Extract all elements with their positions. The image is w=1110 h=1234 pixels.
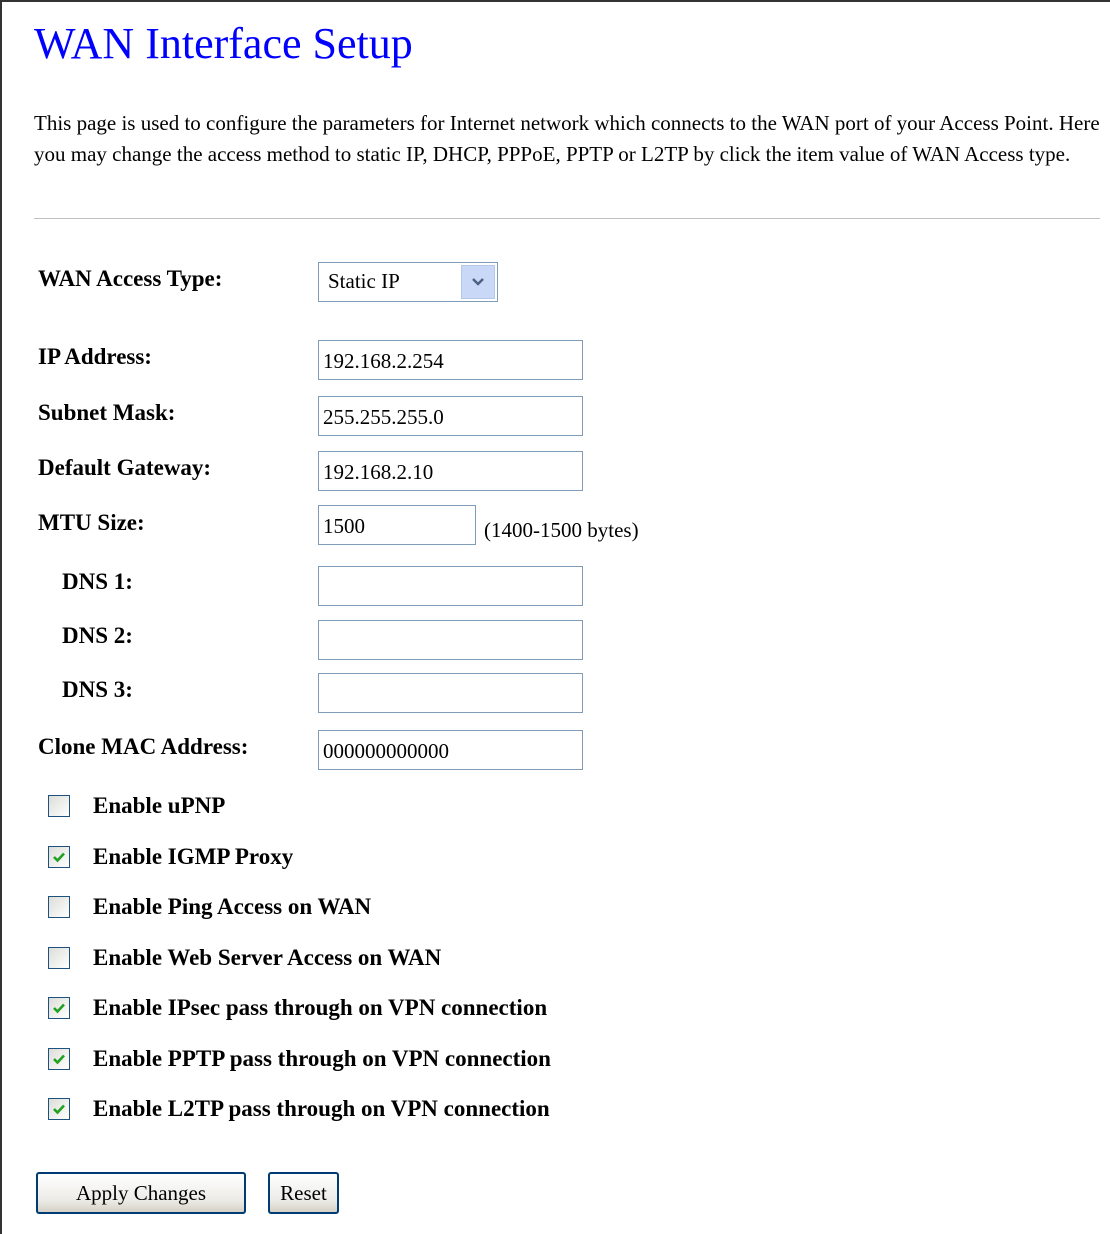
- reset-button[interactable]: Reset: [268, 1172, 339, 1214]
- option-label: Enable IPsec pass through on VPN connect…: [93, 995, 548, 1020]
- clone-mac-input[interactable]: [318, 730, 583, 770]
- enable-web-server-access-checkbox[interactable]: [48, 947, 70, 969]
- option-label: Enable Ping Access on WAN: [93, 894, 372, 919]
- checkmark-icon: [53, 1054, 65, 1065]
- option-row: Enable PPTP pass through on VPN connecti…: [48, 1044, 551, 1074]
- dns1-input[interactable]: [318, 566, 583, 606]
- dns1-label: DNS 1:: [62, 569, 133, 594]
- enable-ipsec-passthrough-checkbox[interactable]: [48, 997, 70, 1019]
- enable-igmp-proxy-checkbox[interactable]: [48, 846, 70, 868]
- enable-upnp-checkbox[interactable]: [48, 795, 70, 817]
- option-label: Enable L2TP pass through on VPN connecti…: [93, 1096, 550, 1121]
- enable-ping-access-checkbox[interactable]: [48, 896, 70, 918]
- chevron-down-icon[interactable]: [461, 265, 495, 299]
- subnet-mask-label: Subnet Mask:: [38, 400, 176, 425]
- enable-l2tp-passthrough-checkbox[interactable]: [48, 1098, 70, 1120]
- option-label: Enable Web Server Access on WAN: [93, 945, 442, 970]
- dns2-input[interactable]: [318, 620, 583, 660]
- option-label: Enable uPNP: [93, 793, 226, 818]
- mtu-size-hint: (1400-1500 bytes): [484, 518, 639, 542]
- wan-access-type-label: WAN Access Type:: [38, 266, 223, 291]
- mtu-size-label: MTU Size:: [38, 510, 145, 535]
- subnet-mask-input[interactable]: [318, 396, 583, 436]
- wan-access-type-select[interactable]: Static IP: [318, 262, 498, 302]
- enable-pptp-passthrough-checkbox[interactable]: [48, 1048, 70, 1070]
- clone-mac-label: Clone MAC Address:: [38, 734, 249, 759]
- ip-address-input[interactable]: [318, 340, 583, 380]
- divider: [34, 218, 1100, 220]
- mtu-size-input[interactable]: [318, 505, 476, 545]
- option-label: Enable IGMP Proxy: [93, 844, 294, 869]
- dns2-label: DNS 2:: [62, 623, 133, 648]
- apply-changes-button[interactable]: Apply Changes: [36, 1172, 246, 1214]
- page-title: WAN Interface Setup: [34, 19, 413, 68]
- checkmark-icon: [53, 1104, 65, 1115]
- default-gateway-input[interactable]: [318, 451, 583, 491]
- option-row: Enable IPsec pass through on VPN connect…: [48, 993, 547, 1023]
- page-description: This page is used to configure the param…: [34, 111, 1100, 166]
- checkmark-icon: [53, 852, 65, 863]
- option-row: Enable L2TP pass through on VPN connecti…: [48, 1094, 550, 1124]
- ip-address-label: IP Address:: [38, 344, 152, 369]
- checkmark-icon: [53, 1003, 65, 1014]
- option-row: Enable Web Server Access on WAN: [48, 943, 441, 973]
- dns3-label: DNS 3:: [62, 677, 133, 702]
- option-row: Enable uPNP: [48, 791, 225, 821]
- wan-access-type-value: Static IP: [328, 269, 400, 293]
- option-row: Enable IGMP Proxy: [48, 842, 293, 872]
- option-label: Enable PPTP pass through on VPN connecti…: [93, 1046, 551, 1071]
- option-row: Enable Ping Access on WAN: [48, 892, 371, 922]
- default-gateway-label: Default Gateway:: [38, 455, 212, 480]
- dns3-input[interactable]: [318, 673, 583, 713]
